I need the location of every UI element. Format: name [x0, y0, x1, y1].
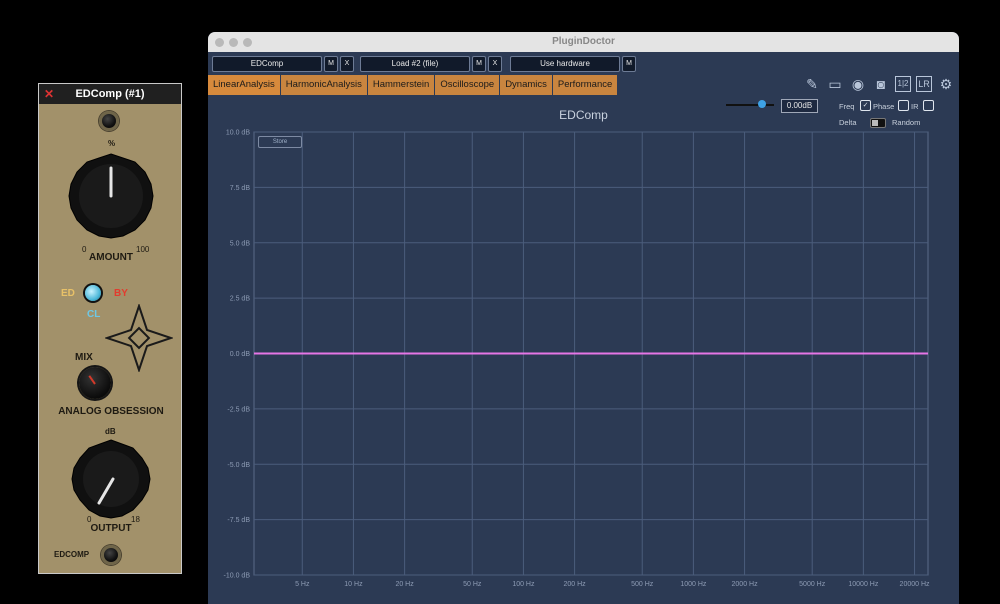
x-tick-label: 10000 Hz: [848, 581, 878, 588]
mix-knob[interactable]: [79, 367, 111, 399]
y-tick-label: -5.0 dB: [227, 462, 250, 469]
mode-switch[interactable]: [85, 285, 101, 301]
x-tick-label: 10 Hz: [344, 581, 363, 588]
y-tick-label: 0.0 dB: [230, 351, 251, 358]
output-label: OUTPUT: [90, 523, 132, 534]
mode-cl-label: CL: [87, 309, 101, 320]
mix-knob-pointer: [88, 375, 96, 385]
x-tick-label: 200 Hz: [563, 581, 586, 588]
star-logo-icon: [105, 304, 173, 372]
y-tick-label: -10.0 dB: [224, 573, 251, 580]
x-tick-label: 2000 Hz: [732, 581, 759, 588]
x-tick-label: 20000 Hz: [900, 581, 930, 588]
edcomp-window: ✕ EDComp (#1) % 0 100 AMOUNT ED BY CL MI…: [38, 83, 182, 574]
x-tick-label: 500 Hz: [631, 581, 654, 588]
store-button[interactable]: Store: [258, 136, 302, 148]
y-tick-label: -7.5 dB: [227, 517, 250, 524]
x-tick-label: 5000 Hz: [799, 581, 826, 588]
brand-label: ANALOG OBSESSION: [58, 406, 164, 417]
mix-label: MIX: [75, 352, 93, 363]
y-tick-label: 10.0 dB: [226, 130, 250, 137]
top-screw-button[interactable]: [99, 111, 119, 131]
bottom-screw-button[interactable]: [101, 545, 121, 565]
plugindoctor-window: PluginDoctor EDComp M X Load #2 (file) M…: [208, 32, 959, 604]
y-axis-labels: 10.0 dB 7.5 dB 5.0 dB 2.5 dB 0.0 dB -2.5 dB -5…: [224, 130, 251, 580]
amount-knob[interactable]: [61, 146, 161, 246]
mode-ed-label: ED: [61, 288, 75, 299]
y-tick-label: 7.5 dB: [230, 185, 251, 192]
frequency-response-plot[interactable]: 10.0 dB 7.5 dB 5.0 dB 2.5 dB 0.0 dB -2.5 dB -5…: [208, 32, 959, 604]
edcomp-titlebar: ✕ EDComp (#1): [39, 84, 181, 104]
x-tick-label: 100 Hz: [512, 581, 535, 588]
x-tick-label: 5 Hz: [295, 581, 310, 588]
y-tick-label: 5.0 dB: [230, 240, 251, 247]
mode-by-label: BY: [114, 288, 128, 299]
x-tick-label: 20 Hz: [395, 581, 414, 588]
footer-label: EDCOMP: [54, 550, 90, 559]
amount-label: AMOUNT: [89, 252, 133, 263]
x-tick-label: 50 Hz: [463, 581, 482, 588]
output-knob[interactable]: [66, 434, 156, 524]
close-icon[interactable]: ✕: [44, 84, 54, 104]
x-tick-label: 1000 Hz: [680, 581, 707, 588]
edcomp-title: EDComp (#1): [75, 88, 145, 100]
y-tick-label: -2.5 dB: [227, 406, 250, 413]
x-axis-labels: 5 Hz 10 Hz 20 Hz 50 Hz 100 Hz 200 Hz 500 Hz 100…: [295, 581, 930, 588]
y-tick-label: 2.5 dB: [230, 296, 251, 303]
